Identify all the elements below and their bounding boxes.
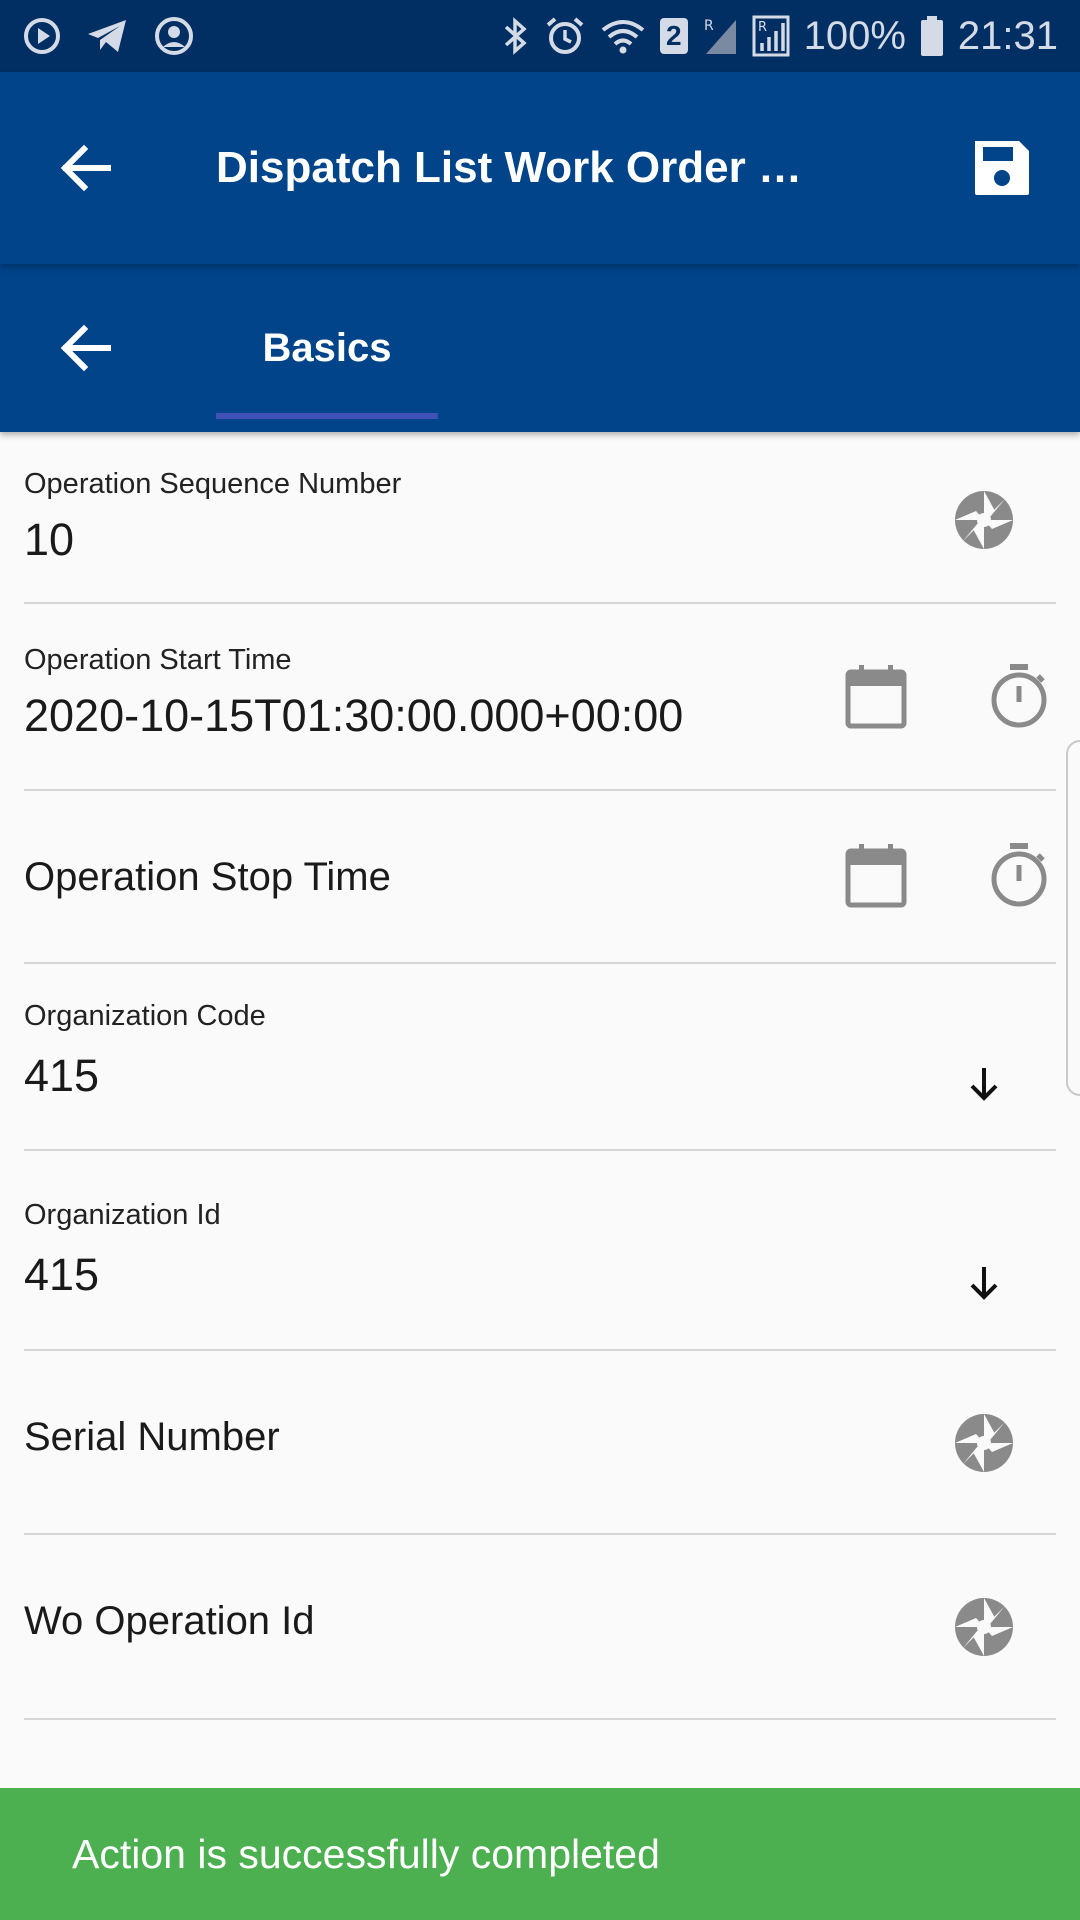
time-picker-button[interactable] [986, 839, 1052, 911]
arrow-down-icon [970, 1267, 998, 1300]
field-label: Organization Id [24, 1199, 221, 1231]
bluetooth-icon [500, 15, 530, 57]
field-organization-code[interactable]: Organization Code 415 [0, 964, 1080, 1151]
snackbar-message: Action is successfully completed [72, 1830, 660, 1877]
play-circle-icon [22, 16, 62, 56]
time-picker-button[interactable] [986, 660, 1052, 732]
wifi-icon [600, 16, 646, 56]
dropdown-button[interactable] [952, 1251, 1016, 1315]
aperture-icon [955, 491, 1013, 549]
field-serial-number[interactable]: Serial Number [0, 1351, 1080, 1535]
field-value: 415 [24, 1249, 100, 1300]
field-label: Operation Stop Time [24, 855, 391, 899]
arrow-back-icon [60, 144, 111, 192]
stopwatch-icon [991, 664, 1047, 728]
svg-text:R: R [758, 20, 767, 35]
clock-time: 21:31 [957, 13, 1058, 58]
arrow-down-icon [970, 1068, 998, 1101]
calendar-icon [845, 665, 907, 729]
dropdown-button[interactable] [952, 1052, 1016, 1116]
divider [24, 1718, 1056, 1720]
field-label: Operation Sequence Number [24, 468, 402, 500]
account-circle-icon [154, 16, 194, 56]
field-label: Serial Number [24, 1415, 280, 1459]
aperture-icon [955, 1598, 1013, 1656]
signal-roaming-icon: R [752, 15, 790, 57]
field-label: Organization Code [24, 1000, 266, 1032]
stopwatch-icon [991, 843, 1047, 907]
field-value: 415 [24, 1050, 100, 1101]
page-title: Dispatch List Work Order … [216, 143, 802, 192]
field-wo-operation-id[interactable]: Wo Operation Id [0, 1535, 1080, 1719]
status-left-icons [22, 16, 194, 56]
active-tab-indicator [216, 413, 438, 419]
signal-icon: R [702, 16, 738, 56]
scan-button[interactable] [952, 488, 1016, 552]
scan-button[interactable] [952, 1595, 1016, 1659]
alarm-icon [544, 15, 586, 57]
field-operation-start-time[interactable]: Operation Start Time 2020-10-15T01:30:00… [0, 604, 1080, 789]
back-button[interactable] [54, 136, 118, 200]
tab-basics[interactable]: Basics [216, 264, 438, 432]
field-value: 10 [24, 514, 75, 565]
tab-bar: Basics [0, 264, 1080, 432]
floppy-disk-icon [975, 141, 1029, 195]
status-right-icons: 2 R R 100% 21:31 [500, 14, 1058, 59]
save-button[interactable] [964, 130, 1040, 206]
field-label: Wo Operation Id [24, 1599, 315, 1643]
telegram-icon [86, 16, 130, 56]
date-picker-button[interactable] [842, 660, 910, 732]
arrow-back-icon [60, 324, 111, 372]
sim-badge: 2 [660, 18, 688, 54]
battery-icon [920, 15, 944, 57]
scrollbar-handle[interactable] [1066, 740, 1080, 1096]
field-value: 2020-10-15T01:30:00.000+00:00 [24, 690, 684, 741]
field-operation-stop-time[interactable]: Operation Stop Time [0, 791, 1080, 963]
calendar-icon [845, 844, 907, 908]
snackbar: Action is successfully completed [0, 1788, 1080, 1920]
battery-percentage: 100% [803, 13, 906, 58]
svg-text:R: R [704, 18, 714, 34]
date-picker-button[interactable] [842, 839, 910, 911]
status-bar: 2 R R 100% 21:31 [0, 0, 1080, 72]
field-organization-id[interactable]: Organization Id 415 [0, 1151, 1080, 1351]
tab-back-button[interactable] [54, 316, 118, 380]
scan-button[interactable] [952, 1411, 1016, 1475]
field-operation-sequence-number[interactable]: Operation Sequence Number 10 [0, 432, 1080, 604]
field-label: Operation Start Time [24, 644, 292, 676]
app-bar: Dispatch List Work Order … [0, 72, 1080, 264]
aperture-icon [955, 1414, 1013, 1472]
